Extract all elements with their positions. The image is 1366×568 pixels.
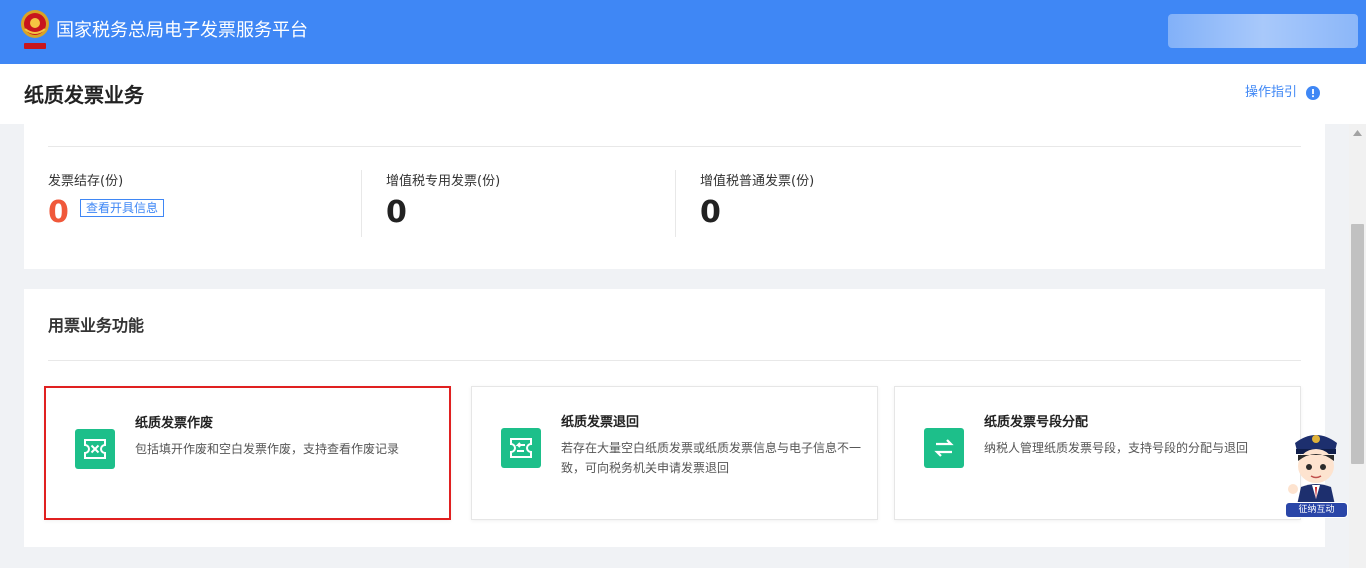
function-description: 纳税人管理纸质发票号段，支持号段的分配与退回 <box>984 441 1249 455</box>
info-icon[interactable] <box>1306 86 1321 100</box>
stat-label: 增值税专用发票(份) <box>386 174 501 189</box>
interactive-assistant[interactable]: 征纳互动 <box>1283 425 1349 521</box>
operation-guide-link[interactable]: 操作指引 <box>1245 84 1321 102</box>
invoice-functions-panel: 用票业务功能 纸质发票作废 包括填开作废和空白发票作废，支持查看作废记录 纸质发… <box>24 289 1325 547</box>
function-card-void[interactable]: 纸质发票作废 包括填开作废和空白发票作废，支持查看作废记录 <box>44 386 451 520</box>
top-bar: 国家税务总局电子发票服务平台 <box>0 0 1366 64</box>
tax-emblem-icon <box>21 10 49 49</box>
function-title: 纸质发票退回 <box>561 415 640 430</box>
stat-special-vat: 增值税专用发票(份) 0 <box>386 173 500 230</box>
stat-normal-vat: 增值税普通发票(份) 0 <box>700 173 814 230</box>
divider <box>48 146 1301 147</box>
function-card-number-segment[interactable]: 纸质发票号段分配 纳税人管理纸质发票号段，支持号段的分配与退回 <box>894 386 1301 520</box>
operation-guide-label[interactable]: 操作指引 <box>1245 84 1297 102</box>
site-title: 国家税务总局电子发票服务平台 <box>56 20 308 41</box>
divider <box>361 170 362 237</box>
swap-arrows-icon <box>924 428 964 468</box>
divider <box>675 170 676 237</box>
page-header: 纸质发票业务 操作指引 <box>0 64 1366 124</box>
function-description: 包括填开作废和空白发票作废，支持查看作废记录 <box>135 442 400 456</box>
scroll-up-arrow-icon[interactable] <box>1349 124 1366 141</box>
view-issue-info-button[interactable]: 查看开具信息 <box>79 199 164 217</box>
stat-value: 0 <box>700 195 721 230</box>
function-description: 若存在大量空白纸质发票或纸质发票信息与电子信息不一致，可向税务机关申请发票退回 <box>561 441 862 475</box>
stat-label: 增值税普通发票(份) <box>700 174 815 189</box>
return-ticket-icon <box>501 428 541 468</box>
user-info-area[interactable] <box>1168 14 1358 48</box>
function-title: 纸质发票作废 <box>135 416 214 431</box>
page-title: 纸质发票业务 <box>24 83 144 107</box>
function-card-return[interactable]: 纸质发票退回 若存在大量空白纸质发票或纸质发票信息与电子信息不一致，可向税务机关… <box>471 386 878 520</box>
stat-invoice-stock: 发票结存(份) 0 查看开具信息 <box>48 173 164 230</box>
function-title: 纸质发票号段分配 <box>984 415 1089 430</box>
void-ticket-icon <box>75 429 115 469</box>
stat-label: 发票结存(份) <box>48 174 124 189</box>
divider <box>48 360 1301 361</box>
invoice-stock-panel: 发票结存(份) 0 查看开具信息 增值税专用发票(份) 0 增值税普通发票(份)… <box>24 124 1325 269</box>
assistant-label[interactable]: 征纳互动 <box>1285 502 1348 518</box>
section-title: 用票业务功能 <box>48 316 145 335</box>
stat-value: 0 <box>386 195 407 230</box>
tax-officer-mascot-icon <box>1288 435 1337 505</box>
scrollbar-thumb[interactable] <box>1351 224 1364 464</box>
stat-value: 0 <box>48 195 69 230</box>
